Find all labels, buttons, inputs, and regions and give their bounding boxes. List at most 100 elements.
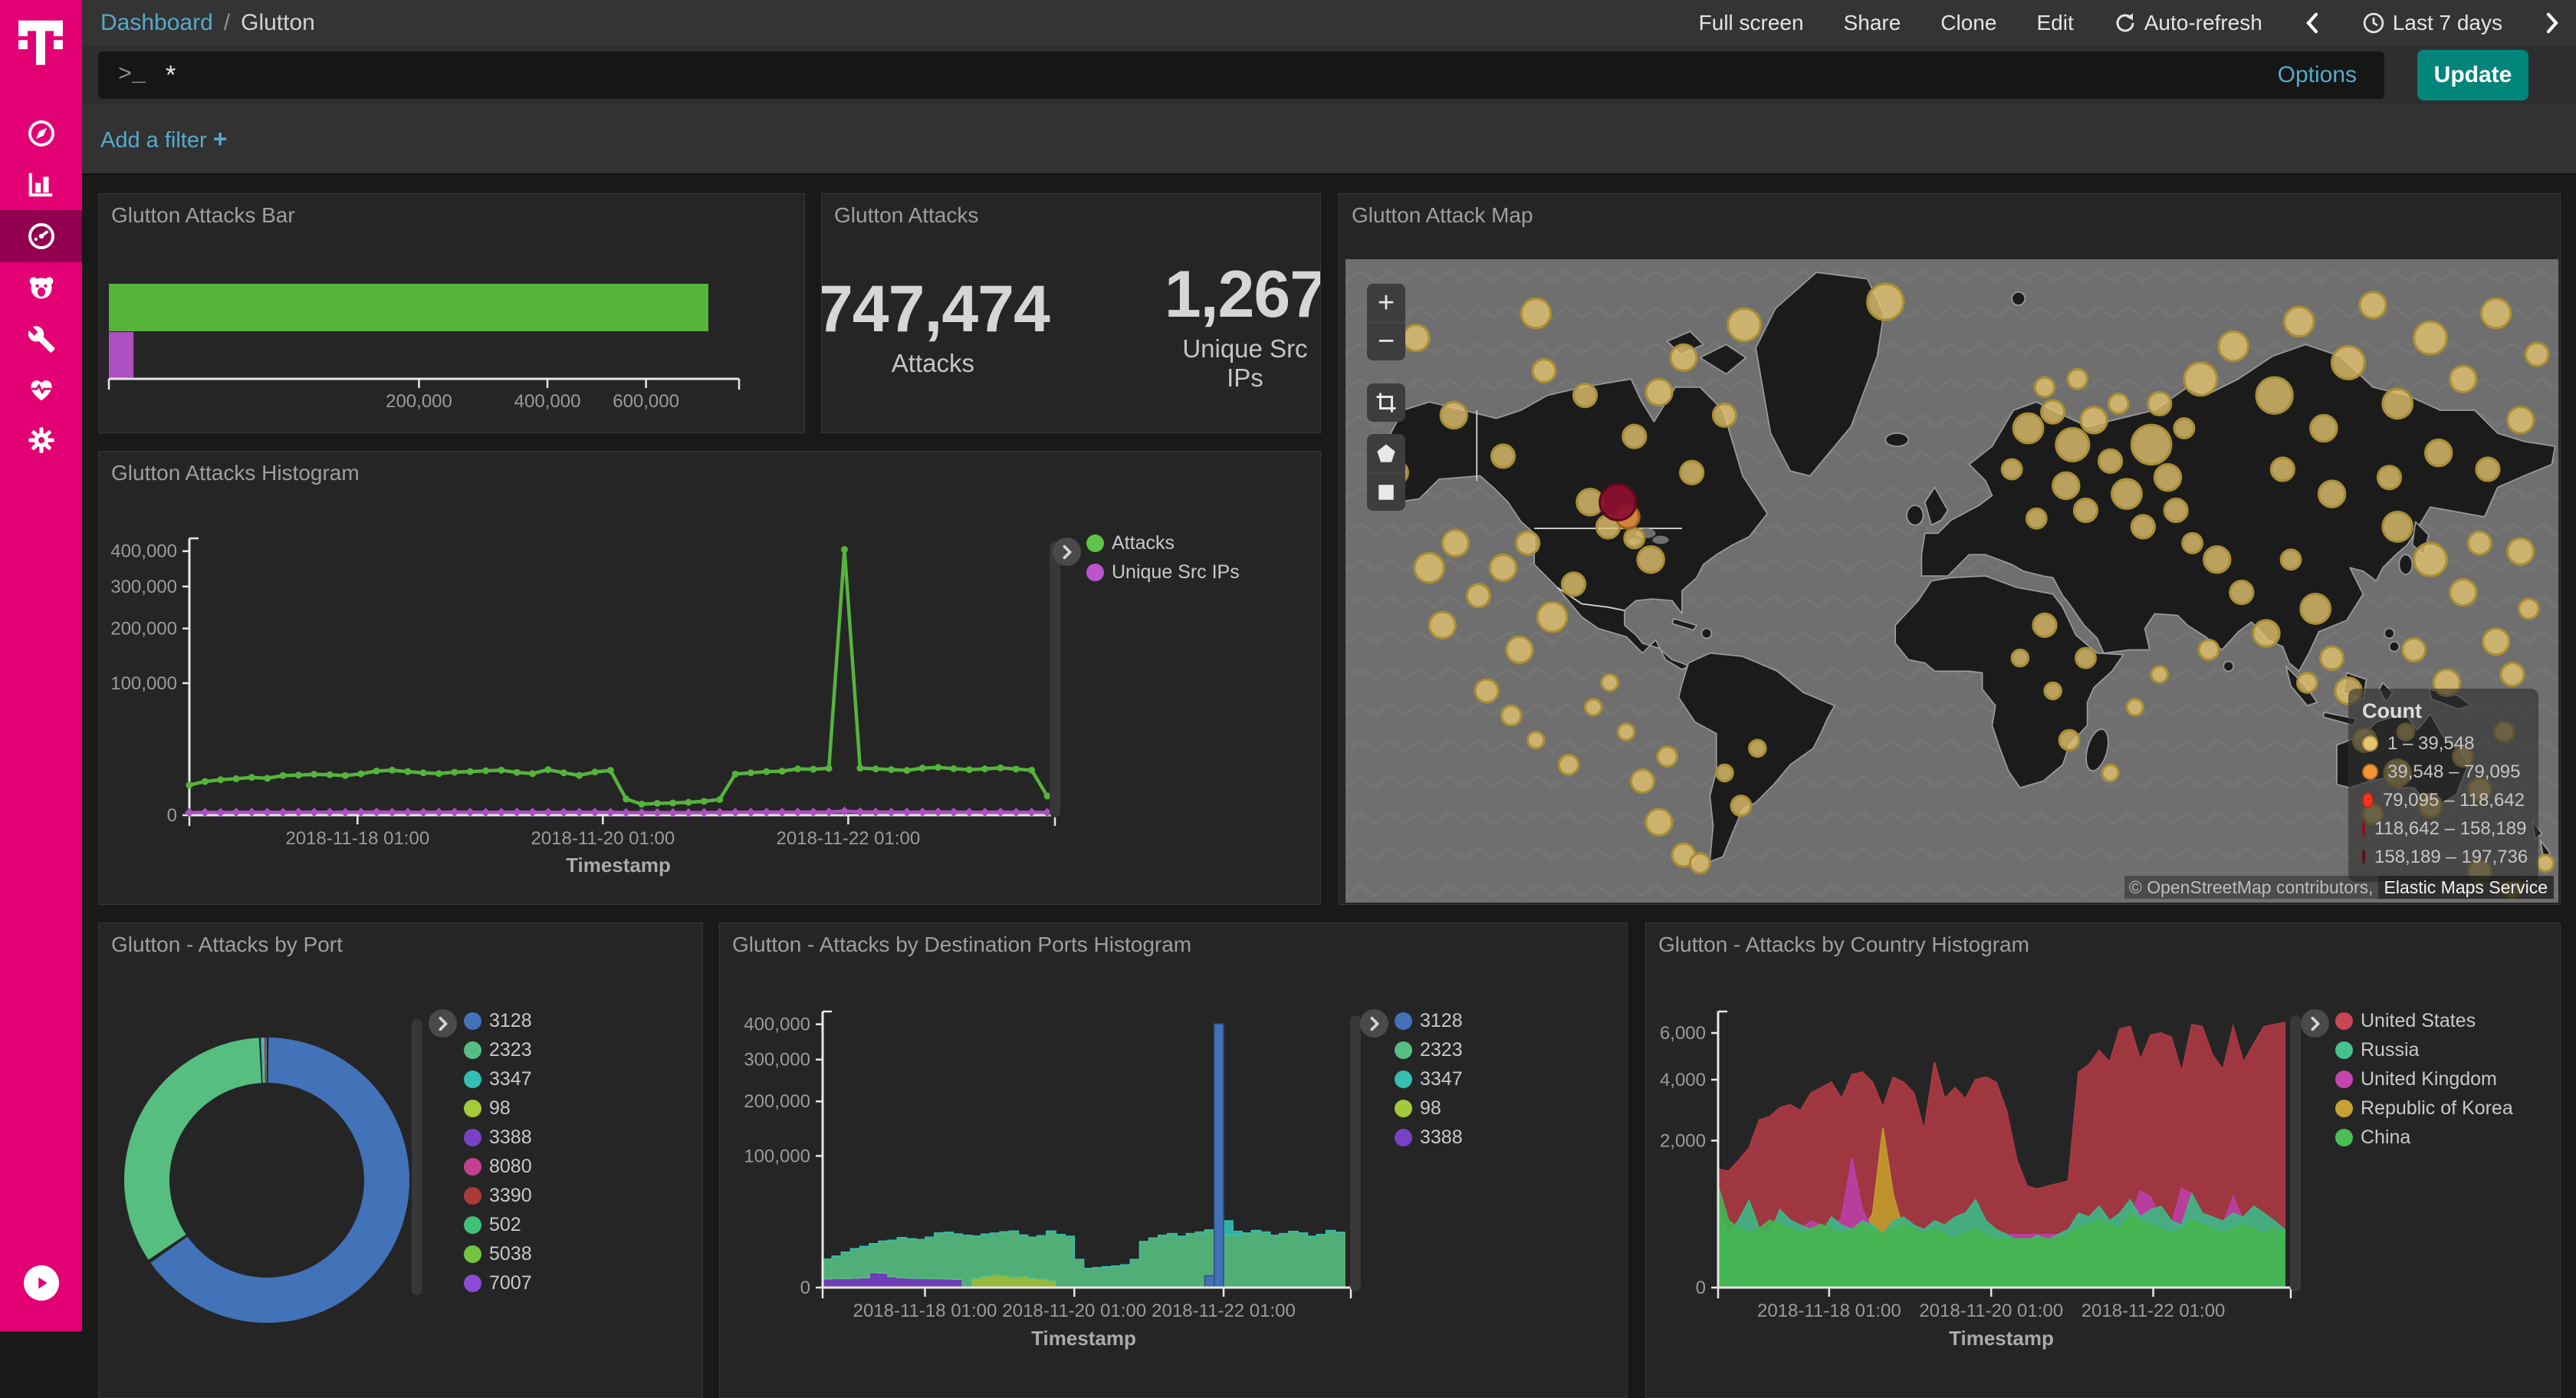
legend-color-dot [1395,1041,1412,1059]
sidebar-item-discover[interactable] [0,107,82,160]
legend-resizer[interactable] [1350,1015,1361,1291]
svg-text:400,000: 400,000 [744,1015,810,1035]
legend-label: China [2361,1127,2410,1149]
map-legend-color-dot [2362,849,2365,865]
svg-text:0: 0 [167,805,177,826]
sidebar-item-devtools[interactable] [0,313,82,365]
legend-label: 3128 [1420,1010,1463,1032]
legend-label: 8080 [489,1156,532,1178]
map-legend-color-dot [2362,792,2374,808]
legend-item[interactable]: 98 [464,1094,532,1123]
legend-item[interactable]: 2323 [1395,1035,1463,1064]
sidebar-expand-button[interactable] [24,1265,59,1301]
sidebar-item-management[interactable] [0,414,82,466]
legend-color-dot [1395,1071,1412,1088]
time-back-button[interactable] [2302,12,2322,35]
svg-text:6,000: 6,000 [1660,1023,1706,1044]
legend-toggle-chevron-icon[interactable] [429,1009,457,1038]
svg-text:2018-11-20 01:00: 2018-11-20 01:00 [531,828,675,849]
svg-text:2,000: 2,000 [1660,1130,1706,1151]
gear-icon [27,426,56,455]
search-input[interactable]: >_ * Options [98,51,2384,99]
legend-item[interactable]: 5038 [464,1239,532,1268]
map-draw-controls [1367,434,1405,511]
sidebar-item-tpot[interactable] [0,262,82,314]
crop-fit-icon[interactable] [1367,383,1405,422]
map-fit-control [1367,383,1405,422]
legend-item[interactable]: China [2335,1123,2513,1152]
legend-resizer[interactable] [2290,1015,2301,1291]
update-button[interactable]: Update [2417,50,2528,100]
auto-refresh-button[interactable]: Auto-refresh [2114,11,2262,35]
map-legend-item: 118,642 – 158,189 [2362,814,2525,843]
legend-item[interactable]: 3347 [1395,1064,1463,1094]
osm-attribution[interactable]: © OpenStreetMap contributors, [2124,876,2378,899]
time-picker-button[interactable]: Last 7 days [2362,11,2502,35]
legend-item[interactable]: 8080 [464,1152,532,1181]
svg-text:Timestamp: Timestamp [566,854,671,877]
world-map[interactable]: + − Count 1 – 39,54839,548 – 79,09579,09… [1346,259,2558,903]
legend-color-dot [464,1100,481,1117]
sidebar-item-visualize[interactable] [0,158,82,210]
map-attribution: © OpenStreetMap contributors,Elastic Map… [2124,877,2554,898]
legend-item[interactable]: 3347 [464,1064,532,1094]
edit-button[interactable]: Edit [2036,11,2073,35]
panel-title: Glutton - Attacks by Country Histogram [1658,933,2029,957]
metric-value: 747,474 [821,271,1050,347]
breadcrumb-dashboard-link[interactable]: Dashboard [100,10,213,36]
legend-item[interactable]: Russia [2335,1035,2513,1064]
legend-item[interactable]: Republic of Korea [2335,1094,2513,1123]
clone-button[interactable]: Clone [1940,11,1996,35]
legend-label: 7007 [489,1272,532,1294]
legend-resizer[interactable] [1050,541,1060,817]
legend-item[interactable]: 502 [464,1210,532,1239]
map-legend-item: 1 – 39,548 [2362,729,2525,758]
sidebar-item-monitoring[interactable] [0,363,82,416]
add-filter-button[interactable]: Add a filter + [100,125,227,153]
svg-text:2018-11-20 01:00: 2018-11-20 01:00 [1002,1301,1146,1321]
sidebar-item-dashboard[interactable] [0,210,82,262]
rectangle-draw-icon[interactable] [1367,472,1405,511]
svg-text:200,000: 200,000 [110,619,177,640]
legend-label: 3347 [1420,1068,1463,1090]
legend-color-dot [1395,1100,1412,1117]
polygon-draw-icon[interactable] [1367,434,1405,472]
panel-title: Glutton Attack Map [1352,203,1533,228]
legend-item[interactable]: Unique Src IPs [1086,558,1240,587]
legend-resizer[interactable] [412,1019,422,1295]
legend-item[interactable]: 3390 [464,1181,532,1210]
legend-color-dot [2335,1041,2353,1059]
options-link[interactable]: Options [2278,62,2357,88]
map-legend-item: 158,189 – 197,736 [2362,843,2525,871]
svg-text:Timestamp: Timestamp [1949,1327,2054,1350]
legend-item[interactable]: 3128 [464,1006,532,1035]
legend-toggle-chevron-icon[interactable] [2301,1009,2329,1038]
legend-color-dot [464,1012,481,1030]
legend-item[interactable]: Attacks [1086,528,1240,558]
legend-item[interactable]: 3388 [1395,1123,1463,1152]
elastic-maps-attribution[interactable]: Elastic Maps Service [2378,876,2554,899]
zoom-in-button[interactable]: + [1367,284,1405,322]
full-screen-button[interactable]: Full screen [1699,11,1804,35]
time-forward-button[interactable] [2542,12,2562,35]
legend-item[interactable]: 7007 [464,1268,532,1298]
panel-attacks-bar: Glutton Attacks Bar 200,000400,000600,00… [98,193,805,433]
share-button[interactable]: Share [1844,11,1901,35]
legend-item[interactable]: 3388 [464,1123,532,1152]
svg-text:0: 0 [800,1278,810,1298]
legend-color-dot [2335,1129,2353,1146]
legend-item[interactable]: United States [2335,1006,2513,1035]
legend-color-dot [464,1041,481,1059]
legend-color-dot [2335,1100,2353,1117]
legend-item[interactable]: 98 [1395,1094,1463,1123]
legend-toggle-chevron-icon[interactable] [1053,538,1081,566]
legend-color-dot [464,1245,481,1263]
legend-color-dot [464,1129,481,1146]
zoom-out-button[interactable]: − [1367,322,1405,360]
legend-item[interactable]: United Kingdom [2335,1064,2513,1094]
legend-item[interactable]: 3128 [1395,1006,1463,1035]
legend-toggle-chevron-icon[interactable] [1360,1009,1388,1038]
metric-label: Attacks [821,349,1050,378]
map-legend-range-label: 79,095 – 118,642 [2383,790,2525,811]
legend-item[interactable]: 2323 [464,1035,532,1064]
